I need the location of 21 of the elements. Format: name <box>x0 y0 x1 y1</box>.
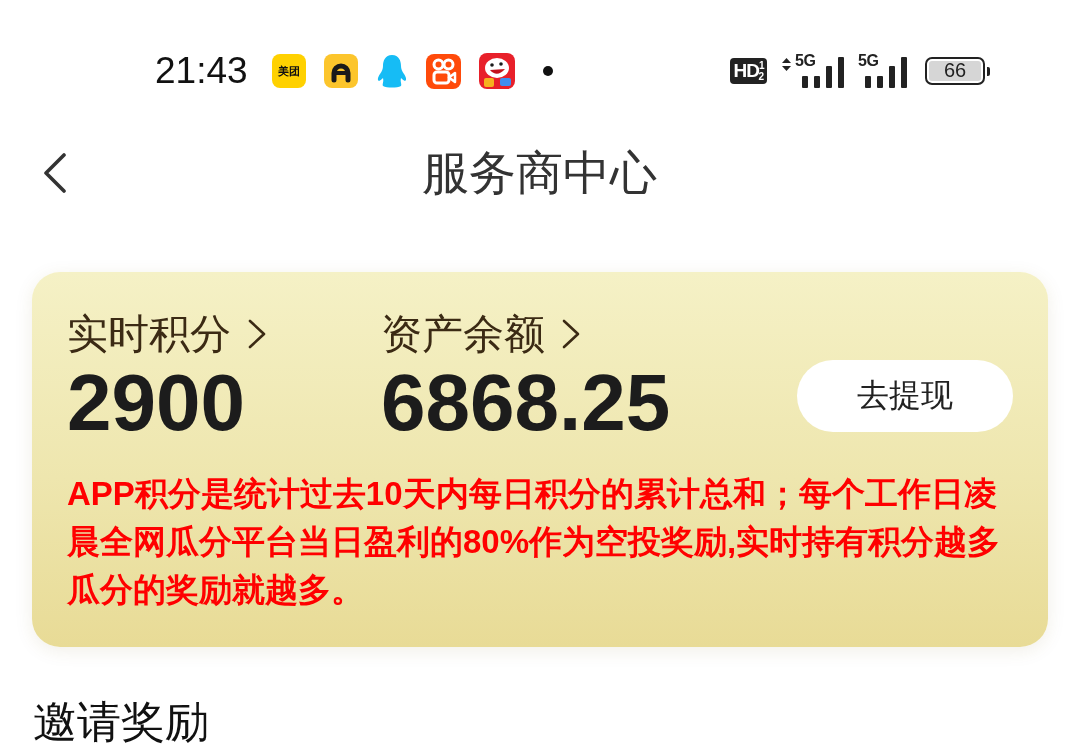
stat-link[interactable]: 资产余额 <box>381 312 580 356</box>
signal-indicator: 5G <box>860 54 908 88</box>
chevron-right-icon <box>248 319 266 349</box>
dot-icon <box>542 66 553 76</box>
page-title: 服务商中心 <box>422 145 657 201</box>
clock-time: 21:43 <box>155 49 248 93</box>
app-icon: 美团 <box>271 54 306 88</box>
chevron-right-icon <box>562 319 580 349</box>
battery-indicator: 66 <box>925 57 990 85</box>
video-camera-app-icon <box>425 53 461 89</box>
penguin-icon <box>375 54 408 88</box>
stat-value: 6868.25 <box>381 363 671 443</box>
signal-indicator: 5G <box>781 54 845 88</box>
chevron-left-icon[interactable] <box>43 153 67 193</box>
smiley-app-icon <box>478 53 515 89</box>
arch-app-icon <box>323 54 358 88</box>
withdraw-button[interactable]: 去提现 <box>797 360 1013 432</box>
stat-link[interactable]: 实时积分 <box>67 312 266 356</box>
notice-text: APP积分是统计过去10天内每日积分的累计总和；每个工作日凌晨全网瓜分平台当日盈利的80%作为空投奖励,实时持有积分越多瓜分的奖励就越多。 <box>67 474 1002 610</box>
section-title: 邀请奖励 <box>33 700 209 744</box>
stat-value: 2900 <box>67 363 245 443</box>
